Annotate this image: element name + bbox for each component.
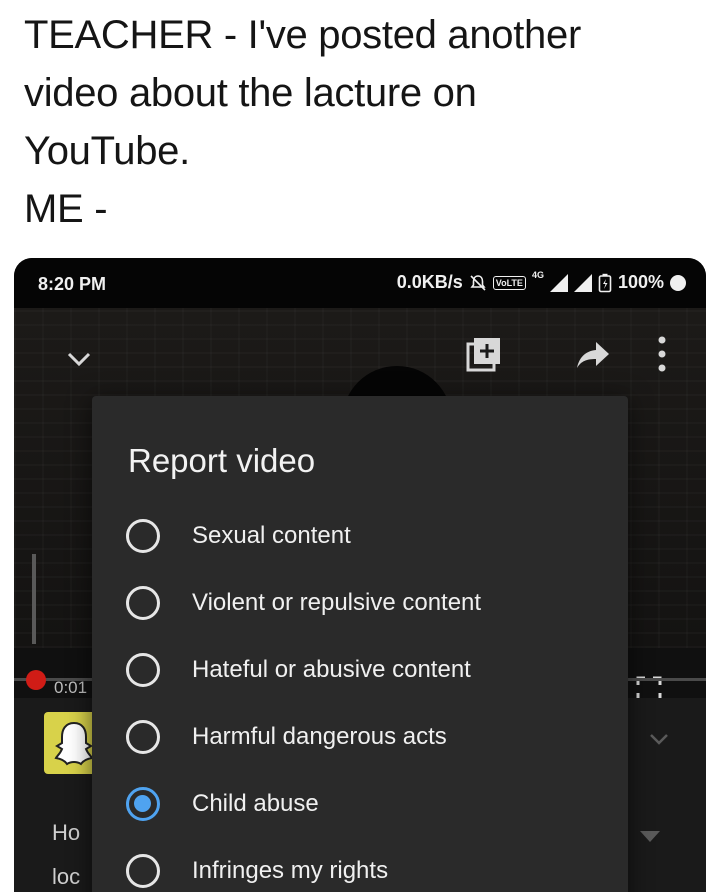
add-to-playlist-icon[interactable] [466,336,502,372]
radio-button[interactable] [126,720,160,754]
brightness-indicator [32,554,36,644]
radio-button[interactable] [126,519,160,553]
battery-level: 100% [617,272,664,292]
video-title-peek: Ho [52,820,81,845]
report-option-harmful-acts[interactable]: Harmful dangerous acts [126,717,616,757]
caption-line: TEACHER - I've posted another [24,13,581,57]
radio-button[interactable] [126,653,160,687]
option-label: Violent or repulsive content [192,589,482,616]
caption-line: video about the lacture on [24,71,477,115]
network-speed: 0.0KB/s [396,272,463,292]
report-option-hateful-content[interactable]: Hateful or abusive content [126,650,616,690]
option-label: Harmful dangerous acts [192,723,447,750]
option-label: Sexual content [192,522,351,549]
more-vert-icon[interactable] [658,336,666,372]
status-indicators: 0.0KB/s VoLTE 4G 100% [396,269,686,293]
expand-chevron-icon[interactable] [648,728,670,750]
option-label: Infringes my rights [192,857,389,884]
report-option-violent-content[interactable]: Violent or repulsive content [126,583,616,623]
volte-badge: VoLTE [492,275,526,290]
dialog-title: Report video [128,442,316,479]
report-option-infringes-rights[interactable]: Infringes my rights [126,851,616,891]
progress-scrubber[interactable] [26,670,46,690]
video-title-peek: loc [52,864,81,889]
minimize-chevron-down-icon[interactable] [66,346,92,372]
battery-icon [598,273,612,292]
option-label: Hateful or abusive content [192,656,471,683]
status-bar: 8:20 PM 0.0KB/s VoLTE 4G 100% [14,258,706,308]
phone-screenshot: 8:20 PM 0.0KB/s VoLTE 4G 100% 0:01 Ho lo… [14,258,706,892]
signal-icon [573,273,592,292]
elapsed-time: 0:01 [54,678,88,697]
dropdown-arrow-icon[interactable] [638,828,662,844]
signal-icon [549,273,568,292]
radio-button-selected[interactable] [126,787,160,821]
radio-button[interactable] [126,586,160,620]
mute-bell-icon [470,274,486,291]
data-saver-icon [670,274,686,291]
caption-line: ME - [24,187,108,231]
ghost-logo-icon [54,721,94,766]
share-arrow-icon[interactable] [576,340,610,370]
meme-caption: TEACHER - I've posted another video abou… [24,6,704,238]
report-option-sexual-content[interactable]: Sexual content [126,516,616,556]
status-time: 8:20 PM [38,274,107,294]
radio-button[interactable] [126,854,160,888]
option-label: Child abuse [192,790,319,817]
report-option-child-abuse[interactable]: Child abuse [126,784,616,824]
caption-line: YouTube. [24,129,190,173]
report-video-dialog: Report video Sexual content Violent or r… [92,396,628,892]
network-type: 4G [531,269,544,280]
